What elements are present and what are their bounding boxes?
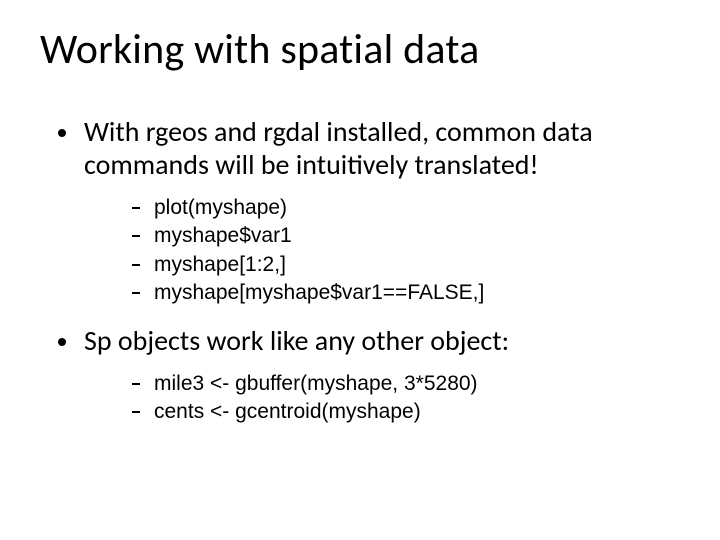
list-item: Sp objects work like any other object: m… <box>50 324 680 426</box>
sub-item: cents <- gcentroid(myshape) <box>124 399 680 425</box>
sub-item: plot(myshape) <box>124 195 680 221</box>
sub-list: mile3 <- gbuffer(myshape, 3*5280) cents … <box>124 371 680 426</box>
sub-item: mile3 <- gbuffer(myshape, 3*5280) <box>124 371 680 397</box>
bullet-list: With rgeos and rgdal installed, common d… <box>50 115 680 426</box>
sub-item: myshape$var1 <box>124 223 680 249</box>
sub-item: myshape[myshape$var1==FALSE,] <box>124 280 680 306</box>
list-item: With rgeos and rgdal installed, common d… <box>50 115 680 306</box>
sub-item: myshape[1:2,] <box>124 252 680 278</box>
bullet-text: Sp objects work like any other object: <box>84 324 680 357</box>
slide-title: Working with spatial data <box>40 24 680 75</box>
slide: Working with spatial data With rgeos and… <box>0 0 720 540</box>
bullet-text: With rgeos and rgdal installed, common d… <box>84 115 680 181</box>
sub-list: plot(myshape) myshape$var1 myshape[1:2,]… <box>124 195 680 306</box>
